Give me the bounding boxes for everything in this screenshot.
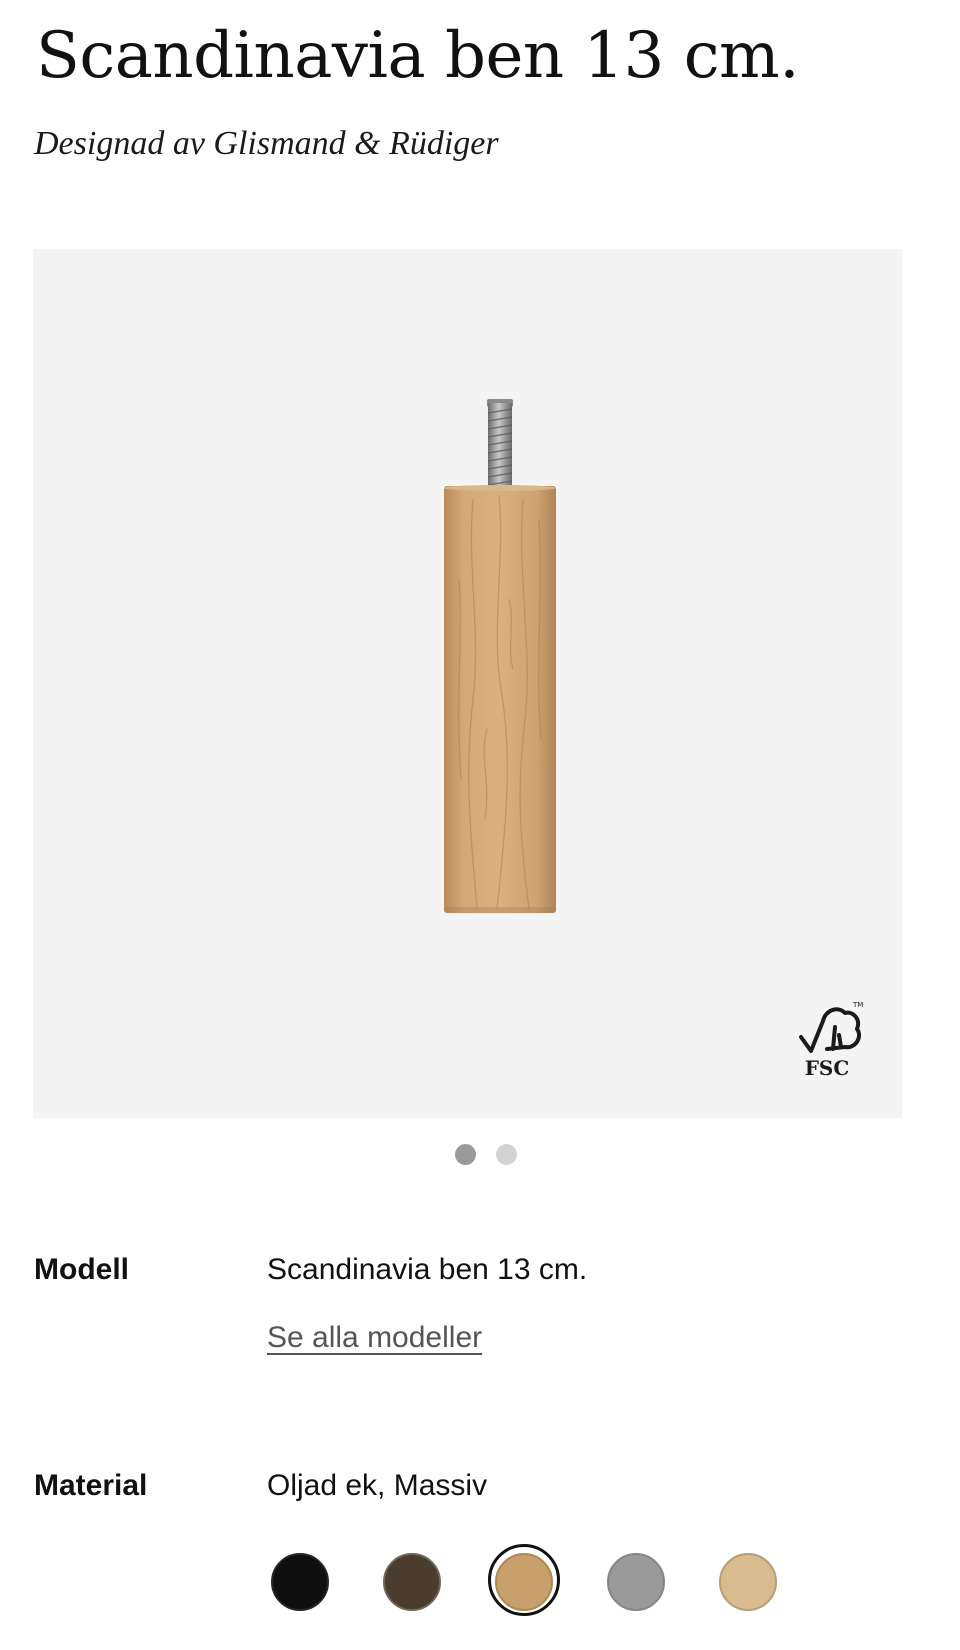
gallery-pagination — [455, 1144, 517, 1166]
product-gallery[interactable]: TM FSC — [33, 249, 902, 1118]
svg-text:FSC: FSC — [805, 1056, 850, 1079]
model-label: Modell — [34, 1253, 129, 1286]
see-all-models-link[interactable]: Se alla modeller — [267, 1318, 482, 1358]
material-swatch-4[interactable] — [607, 1553, 665, 1611]
material-label: Material — [34, 1469, 148, 1502]
svg-text:TM: TM — [852, 1001, 863, 1009]
material-swatch-3[interactable] — [495, 1553, 553, 1611]
material-value: Oljad ek, Massiv — [267, 1469, 488, 1502]
material-swatch-1[interactable] — [271, 1553, 329, 1611]
gallery-dot-1[interactable] — [455, 1144, 476, 1165]
fsc-logo-icon: TM FSC — [799, 1001, 863, 1079]
gallery-dot-2[interactable] — [496, 1144, 517, 1165]
material-swatch-2[interactable] — [383, 1553, 441, 1611]
model-value: Scandinavia ben 13 cm. — [267, 1253, 588, 1286]
material-swatch-5[interactable] — [719, 1553, 777, 1611]
product-designer: Designad av Glismand & Rüdiger — [34, 125, 499, 162]
product-title: Scandinavia ben 13 cm. — [36, 19, 800, 93]
wooden-leg-image — [444, 399, 556, 913]
